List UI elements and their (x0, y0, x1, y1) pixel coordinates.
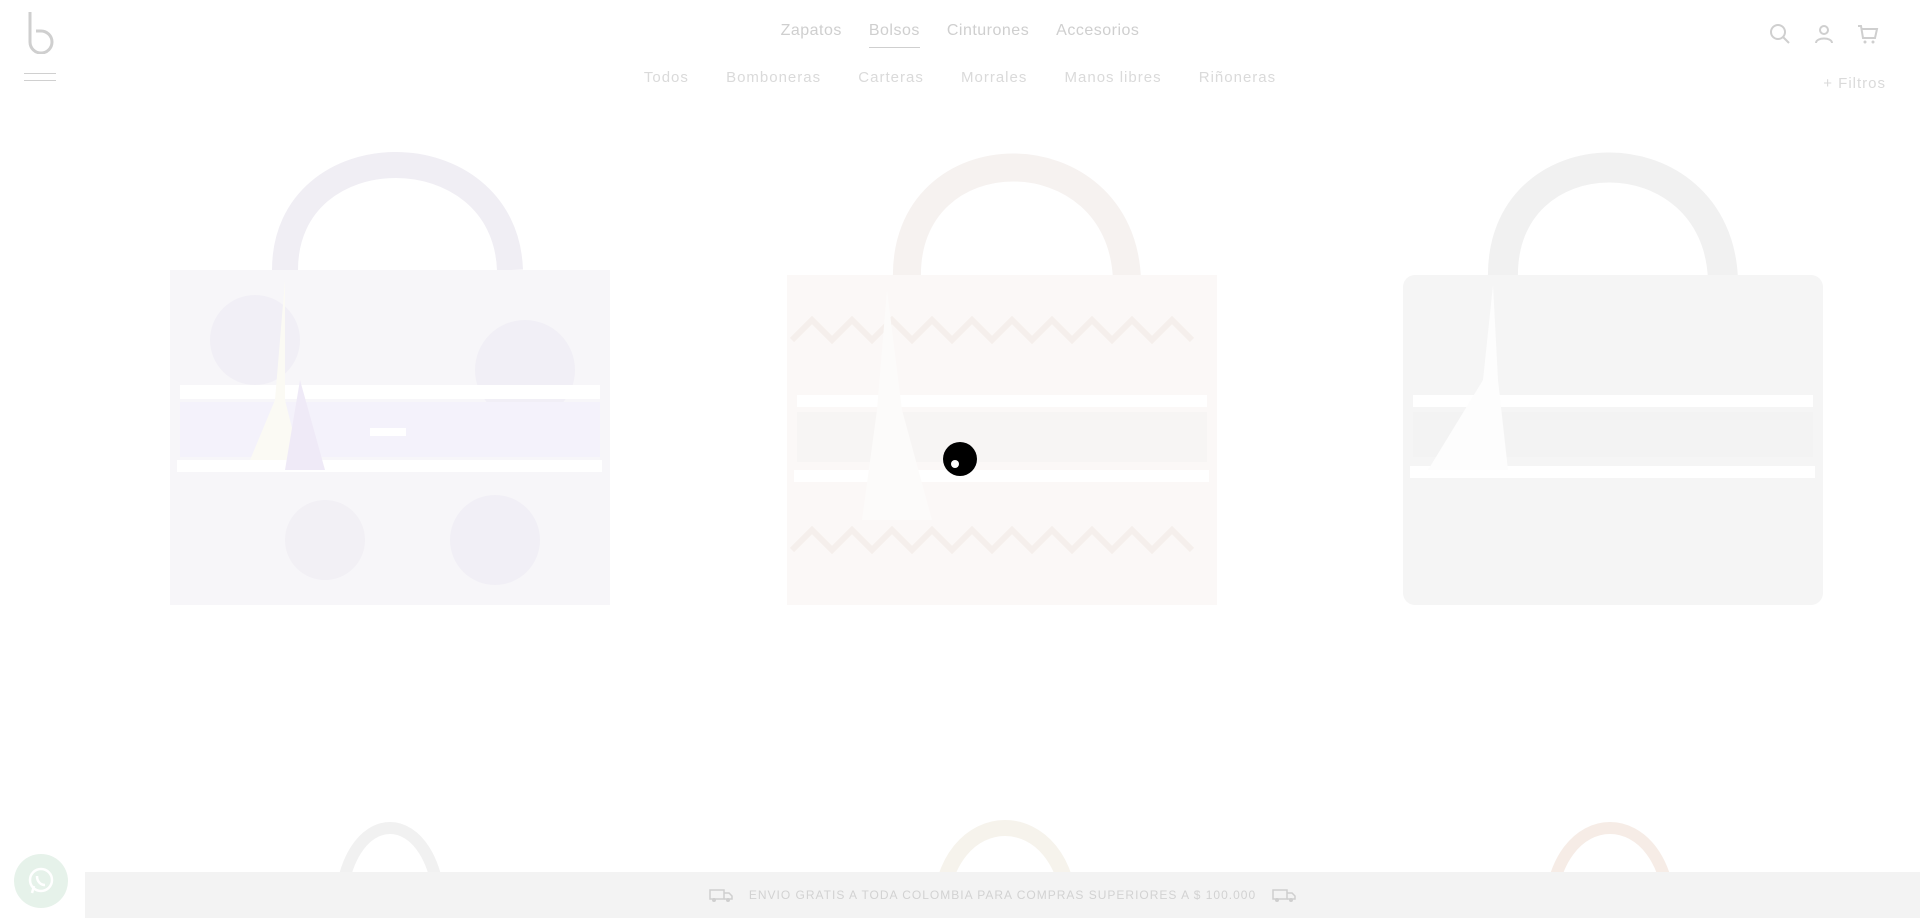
nav-item-zapatos[interactable]: Zapatos (781, 22, 842, 48)
nav-item-accesorios[interactable]: Accesorios (1056, 22, 1139, 48)
user-icon[interactable] (1812, 22, 1836, 46)
cart-icon[interactable] (1856, 22, 1880, 46)
subnav-item-rinoneras[interactable]: Riñoneras (1199, 69, 1276, 86)
search-icon[interactable] (1768, 22, 1792, 46)
product-card[interactable] (165, 140, 615, 610)
subnav-item-manos-libres[interactable]: Manos libres (1065, 69, 1162, 86)
nav-item-bolsos[interactable]: Bolsos (868, 22, 920, 48)
subnav-item-morrales[interactable]: Morrales (961, 69, 1027, 86)
tote-bag-zigzag-image (787, 153, 1217, 605)
shipping-text: ENVIO GRATIS A TODA COLOMBIA PARA COMPRA… (748, 888, 1257, 902)
subnav-item-todos[interactable]: Todos (644, 69, 689, 86)
product-card[interactable] (1398, 140, 1828, 610)
nav-item-cinturones[interactable]: Cinturones (947, 22, 1029, 48)
truck-icon (1272, 889, 1296, 902)
truck-icon (709, 889, 733, 902)
tote-bag-lattice-image (1403, 152, 1823, 605)
tote-bag-floral-image (170, 152, 610, 605)
subnav-item-carteras[interactable]: Carteras (858, 69, 924, 86)
header-actions (1768, 22, 1880, 46)
category-nav: Zapatos Bolsos Cinturones Accesorios (0, 22, 1920, 48)
whatsapp-icon (28, 867, 54, 894)
whatsapp-button[interactable] (14, 854, 68, 908)
subcategory-nav: Todos Bomboneras Carteras Morrales Manos… (0, 69, 1920, 86)
subnav-item-bomboneras[interactable]: Bomboneras (726, 69, 821, 86)
filters-toggle[interactable]: + Filtros (1823, 75, 1886, 92)
shipping-banner: ENVIO GRATIS A TODA COLOMBIA PARA COMPRA… (85, 872, 1920, 918)
product-card[interactable] (782, 140, 1222, 610)
loading-spinner (943, 442, 977, 476)
